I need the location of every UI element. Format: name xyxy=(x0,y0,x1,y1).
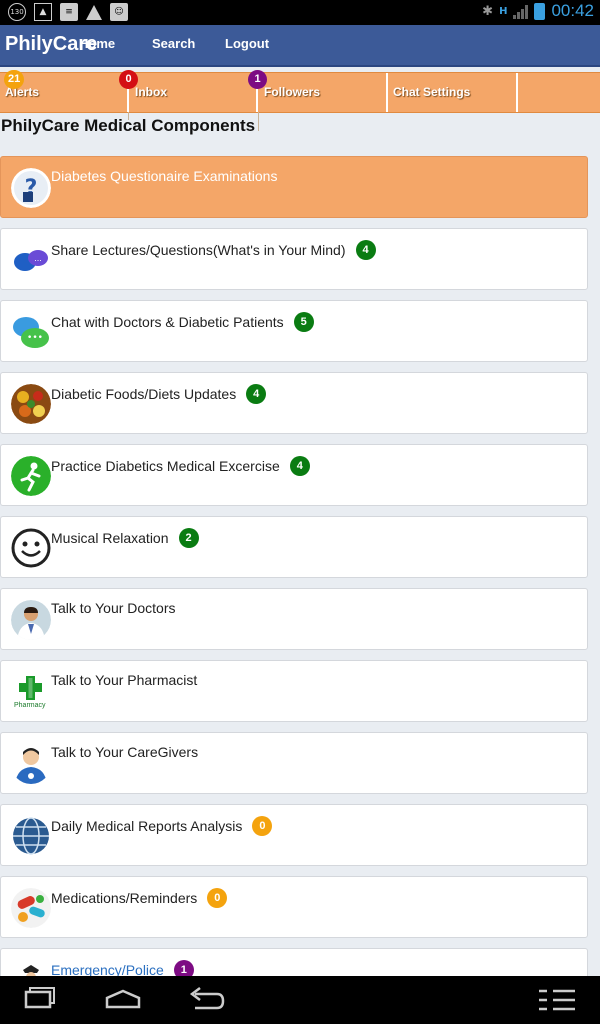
status-bar: 130 ▲ ≡ ☺ ✱ H 00:42 xyxy=(0,0,600,25)
status-icons-right: ✱ H 00:42 xyxy=(482,1,594,21)
list-item-diabetic-foods[interactable]: Diabetic Foods/Diets Updates 4 xyxy=(0,372,588,434)
system-nav-bar xyxy=(0,976,600,1024)
list-item-exercise[interactable]: Practice Diabetics Medical Excercise 4 xyxy=(0,444,588,506)
count-badge: 4 xyxy=(355,240,376,260)
list-item-musical-relaxation[interactable]: Musical Relaxation 2 xyxy=(0,516,588,578)
tab-label: Followers xyxy=(264,85,321,99)
list-item-talk-caregivers[interactable]: Talk to Your CareGivers xyxy=(0,732,588,794)
tab-label: Chat Settings xyxy=(393,85,471,99)
doctor-photo-icon xyxy=(11,600,51,640)
tab-bar: Alerts 21 Inbox 0 Followers 1 Chat Setti… xyxy=(0,70,600,113)
svg-text:...: ... xyxy=(34,254,42,263)
bbm-icon: ☺ xyxy=(110,3,128,21)
tab-followers[interactable]: Followers 1 xyxy=(248,70,388,112)
tab-inbox[interactable]: Inbox 0 xyxy=(119,70,258,112)
count-badge: 4 xyxy=(289,456,310,476)
item-label: Musical Relaxation 2 xyxy=(51,528,199,548)
item-label: Talk to Your CareGivers xyxy=(51,744,199,760)
list-item-talk-doctors[interactable]: Talk to Your Doctors xyxy=(0,588,588,650)
status-icons-left: 130 ▲ ≡ ☺ xyxy=(8,3,128,21)
recent-apps-icon[interactable] xyxy=(16,976,66,1024)
count-badge: 4 xyxy=(246,384,267,404)
count-badge: 0 xyxy=(207,888,228,908)
item-label: Share Lectures/Questions(What's in Your … xyxy=(51,240,376,260)
item-label: Daily Medical Reports Analysis 0 xyxy=(51,816,273,836)
list-item-talk-pharmacist[interactable]: Pharmacy Talk to Your Pharmacist xyxy=(0,660,588,722)
count-badge: 2 xyxy=(178,528,199,548)
network-type: H xyxy=(499,5,508,17)
nav-logout[interactable]: Logout xyxy=(225,36,269,51)
followers-badge: 1 xyxy=(248,70,267,89)
item-label: Medications/Reminders 0 xyxy=(51,888,228,908)
pills-icon xyxy=(11,888,51,928)
message-icon: ≡ xyxy=(60,3,78,21)
item-label: Chat with Doctors & Diabetic Patients 5 xyxy=(51,312,314,332)
app-header: PhilyCare Home Search Logout xyxy=(0,25,600,67)
item-label: Diabetic Foods/Diets Updates 4 xyxy=(51,384,267,404)
count-badge: 5 xyxy=(293,312,314,332)
list-item-chat-doctors[interactable]: ••• Chat with Doctors & Diabetic Patient… xyxy=(0,300,588,362)
doctor-question-icon: ? xyxy=(11,168,51,208)
item-label: Talk to Your Doctors xyxy=(51,600,176,616)
list-item-share-lectures[interactable]: ... Share Lectures/Questions(What's in Y… xyxy=(0,228,588,290)
pharmacy-caption: Pharmacy xyxy=(14,702,46,709)
bluetooth-icon: ✱ xyxy=(482,3,494,19)
tab-chat-settings[interactable]: Chat Settings xyxy=(388,73,518,112)
globe-icon xyxy=(11,816,51,856)
warning-icon xyxy=(86,4,102,20)
running-man-icon xyxy=(11,456,51,496)
smiley-icon xyxy=(11,528,51,568)
page-title: PhilyCare Medical Components xyxy=(1,116,256,135)
image-icon: ▲ xyxy=(34,3,52,21)
home-icon[interactable] xyxy=(100,976,150,1024)
svg-text:•••: ••• xyxy=(27,333,43,343)
nav-search[interactable]: Search xyxy=(152,36,195,51)
speech-bubbles-icon: ••• xyxy=(11,312,51,352)
nav-home[interactable]: Home xyxy=(79,36,115,51)
tab-label: Inbox xyxy=(135,85,167,99)
food-icon xyxy=(11,384,51,424)
item-label: Practice Diabetics Medical Excercise 4 xyxy=(51,456,310,476)
count-badge: 0 xyxy=(252,816,273,836)
list-item-medical-reports[interactable]: Daily Medical Reports Analysis 0 xyxy=(0,804,588,866)
tab-alerts[interactable]: Alerts 21 xyxy=(0,70,129,112)
back-icon[interactable] xyxy=(183,976,233,1024)
tab-divider xyxy=(258,112,259,131)
counter-icon: 130 xyxy=(8,3,26,21)
item-label: Talk to Your Pharmacist xyxy=(51,672,198,688)
menu-icon[interactable] xyxy=(533,976,583,1024)
signal-icon xyxy=(513,4,529,19)
list-item-medications[interactable]: Medications/Reminders 0 xyxy=(0,876,588,938)
alerts-badge: 21 xyxy=(4,70,25,89)
inbox-badge: 0 xyxy=(119,70,138,89)
list-item-diabetes-questionnaire[interactable]: ? Diabetes Questionaire Examinations xyxy=(0,156,588,218)
clock: 00:42 xyxy=(551,1,594,20)
item-label: Diabetes Questionaire Examinations xyxy=(51,168,278,184)
battery-icon xyxy=(534,2,546,20)
caregiver-icon xyxy=(11,744,51,784)
chat-bubbles-icon: ... xyxy=(11,240,51,280)
pharmacy-cross-icon: Pharmacy xyxy=(11,672,51,712)
